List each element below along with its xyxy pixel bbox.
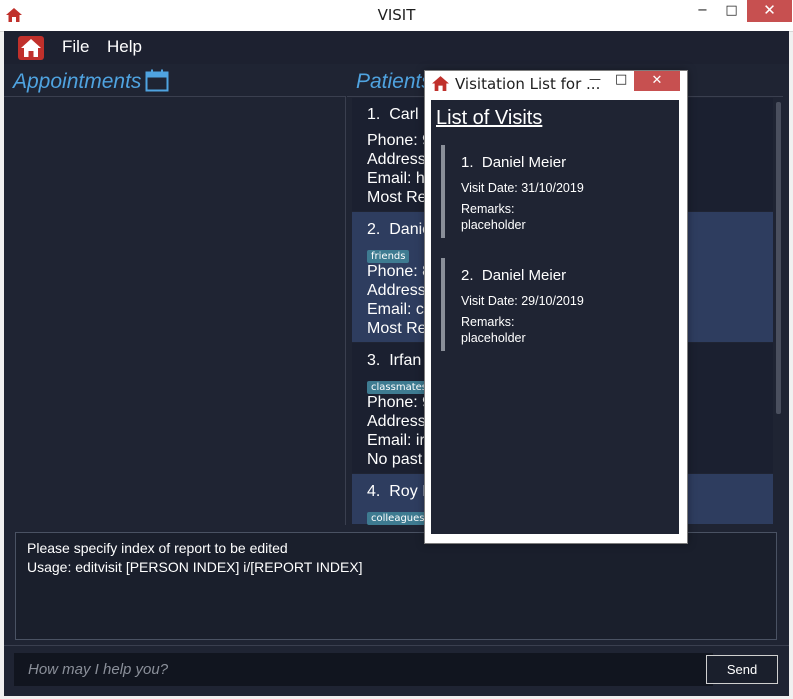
appointments-list[interactable] [4,96,346,525]
send-button[interactable]: Send [706,655,778,684]
patient-tag: colleagues [367,512,429,525]
popup-minimize-button[interactable]: — [589,72,601,86]
result-display: Please specify index of report to be edi… [15,532,777,640]
window-title-bar: VISIT − □ ✕ [0,0,793,32]
visit-index: 1. [461,154,474,171]
patient-index: 2. [367,221,381,238]
patient-name: Roy I [389,483,427,500]
result-line-2: Usage: editvisit [PERSON INDEX] i/[REPOR… [27,559,363,575]
visit-remarks: placeholder [461,218,526,232]
app-home-icon [6,8,22,22]
result-line-1: Please specify index of report to be edi… [27,540,288,556]
maximize-button[interactable]: □ [718,0,745,22]
patient-index: 4. [367,483,381,500]
menu-help[interactable]: Help [107,37,142,57]
visit-date: Visit Date: 29/10/2019 [461,294,584,308]
home-icon[interactable] [18,36,44,60]
patient-tag: classmates [367,381,431,394]
popup-title: Visitation List for ... [455,75,601,93]
visit-remarks-label: Remarks: [461,202,515,216]
minimize-button[interactable]: − [689,0,716,22]
patients-scrollbar-thumb[interactable] [776,102,781,414]
visit-index: 2. [461,267,474,284]
visit-remarks: placeholder [461,331,526,345]
visit-date: Visit Date: 31/10/2019 [461,181,584,195]
visit-card-bar [441,145,445,238]
command-input[interactable] [14,653,713,686]
appointments-title: Appointments [13,70,142,93]
visit-card-bar [441,258,445,351]
visit-remarks-label: Remarks: [461,315,515,329]
popup-home-icon [432,76,449,91]
popup-close-button[interactable]: ✕ [634,71,680,91]
window-title: VISIT [377,6,416,24]
visit-name: Daniel Meier [481,154,567,171]
popup-maximize-button[interactable]: □ [615,72,627,87]
patients-title: Patients [356,70,432,93]
patient-name: Carl [389,106,419,123]
visit-name: Daniel Meier [481,267,567,284]
close-button[interactable]: ✕ [747,0,792,22]
patient-tag: friends [367,250,410,263]
patient-index: 1. [367,106,381,123]
patient-index: 3. [367,352,381,369]
visits-heading: List of Visits [436,107,543,129]
patient-name: Irfan [389,352,422,369]
calendar-icon [145,69,169,92]
menu-file[interactable]: File [62,37,89,57]
